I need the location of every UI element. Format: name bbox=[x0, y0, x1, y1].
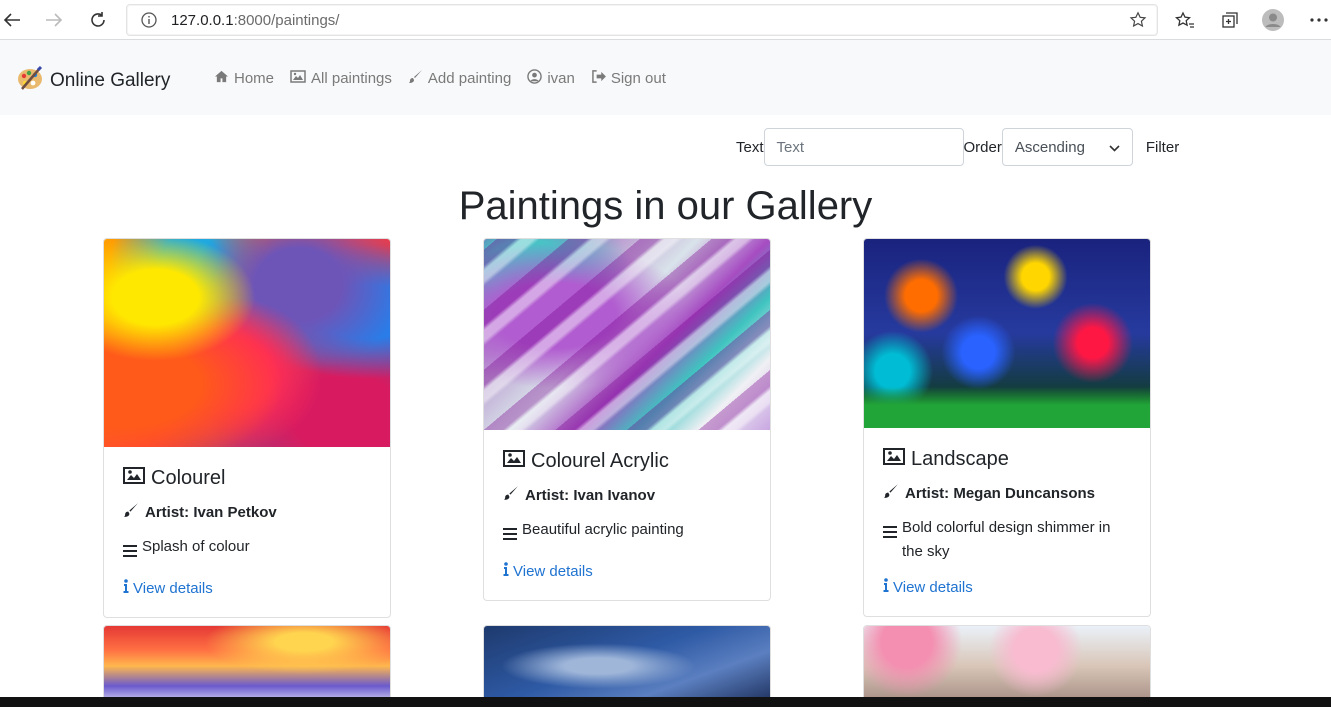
taskbar bbox=[0, 697, 1331, 707]
image-icon bbox=[290, 70, 306, 87]
view-details-text: View details bbox=[513, 562, 593, 580]
painting-card: Colourel Artist: Ivan Petkov Splash of c… bbox=[103, 238, 391, 618]
text-filter-label: Text bbox=[736, 138, 764, 156]
painting-image[interactable] bbox=[484, 239, 770, 430]
order-select[interactable]: Ascending bbox=[1001, 128, 1133, 166]
painting-card: Landscape Artist: Megan Duncansons Bold … bbox=[863, 238, 1151, 617]
view-details-link[interactable]: View details bbox=[123, 579, 370, 597]
view-details-text: View details bbox=[893, 578, 973, 596]
painting-image[interactable] bbox=[104, 626, 390, 704]
painting-image[interactable] bbox=[864, 239, 1150, 428]
card-body: Colourel Artist: Ivan Petkov Splash of c… bbox=[104, 447, 390, 617]
nav-item-label: Add painting bbox=[427, 70, 512, 87]
user-circle-icon bbox=[527, 69, 543, 88]
card-body: Landscape Artist: Megan Duncansons Bold … bbox=[864, 428, 1150, 616]
order-selected-value: Ascending bbox=[1014, 138, 1085, 156]
palette-logo-icon bbox=[16, 64, 44, 98]
browser-toolbar: 127.0.0.1:8000/paintings/ bbox=[0, 0, 1331, 40]
filter-button[interactable]: Filter bbox=[1146, 139, 1179, 156]
painting-card bbox=[103, 625, 391, 705]
nav-item-user[interactable]: ivan bbox=[527, 69, 575, 88]
painting-card bbox=[483, 625, 771, 705]
back-icon[interactable] bbox=[0, 8, 24, 32]
painting-description-text: Bold colorful design shimmer in the sky bbox=[902, 519, 1111, 560]
painting-description: Splash of colour bbox=[123, 535, 370, 565]
collections-icon[interactable] bbox=[1219, 9, 1241, 31]
brush-icon bbox=[883, 483, 899, 503]
image-icon bbox=[883, 448, 905, 471]
nav-item-label: Home bbox=[234, 70, 275, 87]
profile-avatar-icon[interactable] bbox=[1262, 9, 1284, 31]
image-icon bbox=[503, 450, 525, 473]
painting-image[interactable] bbox=[484, 626, 770, 704]
address-bar[interactable]: 127.0.0.1:8000/paintings/ bbox=[126, 4, 1158, 36]
painting-artist-text: Artist: Ivan Petkov bbox=[145, 503, 277, 521]
list-icon bbox=[503, 518, 517, 548]
url-text: 127.0.0.1:8000/paintings/ bbox=[171, 12, 339, 29]
painting-description: Beautiful acrylic painting bbox=[503, 518, 750, 548]
nav-item-label: ivan bbox=[547, 70, 575, 87]
painting-artist-text: Artist: Ivan Ivanov bbox=[525, 486, 656, 504]
favorite-star-icon[interactable] bbox=[1129, 11, 1147, 34]
brand-name: Online Gallery bbox=[50, 70, 171, 91]
chevron-down-icon bbox=[1109, 139, 1120, 156]
url-path: :8000/paintings/ bbox=[233, 12, 340, 29]
painting-description: Bold colorful design shimmer in the sky bbox=[883, 516, 1130, 564]
text-filter-input[interactable]: Text bbox=[763, 128, 964, 166]
forward-icon[interactable] bbox=[42, 8, 66, 32]
painting-title-text: Colourel bbox=[151, 467, 226, 489]
more-menu-icon[interactable] bbox=[1308, 9, 1330, 31]
painting-title: Landscape bbox=[883, 448, 1130, 471]
painting-description-text: Beautiful acrylic painting bbox=[522, 521, 684, 538]
order-label: Order bbox=[963, 138, 1002, 156]
view-details-link[interactable]: View details bbox=[503, 562, 750, 580]
view-details-text: View details bbox=[133, 579, 213, 597]
painting-artist: Artist: Ivan Petkov bbox=[123, 502, 370, 522]
painting-artist-text: Artist: Megan Duncansons bbox=[905, 484, 1096, 502]
painting-card bbox=[863, 625, 1151, 705]
painting-title-text: Colourel Acrylic bbox=[531, 450, 669, 472]
painting-title-text: Landscape bbox=[911, 448, 1009, 470]
brush-icon bbox=[503, 485, 519, 505]
nav-item-label: Sign out bbox=[610, 70, 666, 87]
painting-image[interactable] bbox=[104, 239, 390, 447]
brush-icon bbox=[408, 69, 423, 88]
nav-item-sign-out[interactable]: Sign out bbox=[591, 69, 666, 88]
info-icon bbox=[123, 579, 129, 597]
painting-description-text: Splash of colour bbox=[142, 538, 250, 555]
brand-link[interactable]: Online Gallery bbox=[16, 64, 170, 98]
sign-out-icon bbox=[591, 70, 606, 87]
painting-artist: Artist: Megan Duncansons bbox=[883, 483, 1130, 503]
nav-item-add-painting[interactable]: Add painting bbox=[408, 69, 511, 88]
nav-item-all-paintings[interactable]: All paintings bbox=[290, 69, 392, 88]
brush-icon bbox=[123, 502, 139, 522]
card-body: Colourel Acrylic Artist: Ivan Ivanov Bea… bbox=[484, 430, 770, 600]
painting-title: Colourel Acrylic bbox=[503, 450, 750, 473]
nav-item-label: All paintings bbox=[311, 70, 392, 87]
reload-icon[interactable] bbox=[86, 8, 110, 32]
home-icon bbox=[214, 70, 229, 87]
info-icon bbox=[503, 562, 509, 580]
app-navbar: Online Gallery Home All paintings Add pa… bbox=[0, 40, 1331, 115]
image-icon bbox=[123, 467, 145, 490]
painting-artist: Artist: Ivan Ivanov bbox=[503, 485, 750, 505]
painting-card: Colourel Acrylic Artist: Ivan Ivanov Bea… bbox=[483, 238, 771, 601]
list-icon bbox=[123, 535, 137, 565]
url-host: 127.0.0.1 bbox=[171, 12, 234, 29]
info-icon[interactable] bbox=[141, 12, 157, 33]
info-icon bbox=[883, 578, 889, 596]
painting-title: Colourel bbox=[123, 467, 370, 490]
painting-image[interactable] bbox=[864, 626, 1150, 704]
favorites-icon[interactable] bbox=[1174, 9, 1196, 31]
nav-item-home[interactable]: Home bbox=[214, 69, 274, 88]
page-title: Paintings in our Gallery bbox=[458, 184, 873, 228]
view-details-link[interactable]: View details bbox=[883, 578, 1130, 596]
list-icon bbox=[883, 516, 897, 564]
nav-links: Home All paintings Add painting ivan Sig… bbox=[214, 69, 666, 88]
filter-form: Text Text Order Ascending Filter bbox=[736, 128, 1179, 166]
